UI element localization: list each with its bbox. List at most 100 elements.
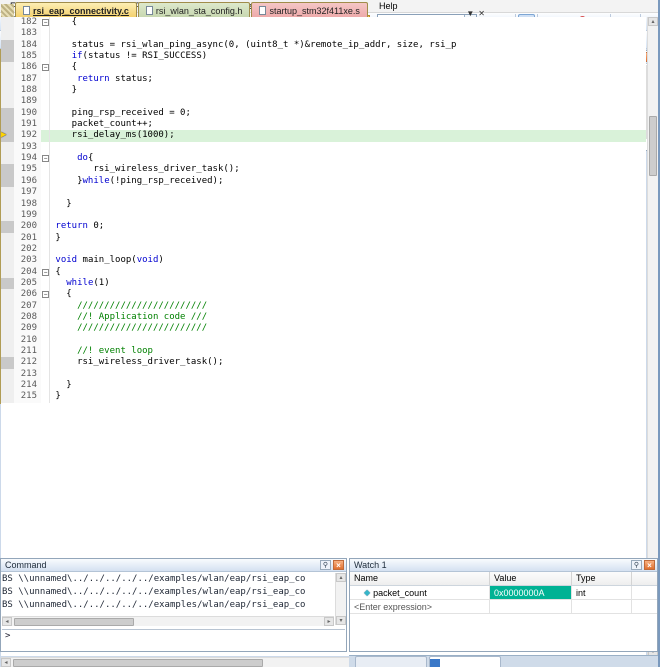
code-line-184[interactable]: 184 status = rsi_wlan_ping_async(0, (uin… [1,40,646,51]
app-window: FileEditViewProjectFlashDebugPeripherals… [0,0,660,667]
watch-type [572,600,632,613]
tab-label: startup_stm32f411xe.s [269,6,359,16]
code-line-213[interactable]: 213 [1,369,646,380]
code-line-189[interactable]: 189 [1,96,646,107]
line-number: 214 [14,380,41,391]
code-line-209[interactable]: 209 //////////////////////// [1,323,646,334]
code-text [50,28,646,39]
code-line-210[interactable]: 210 [1,335,646,346]
watch-name: ◆packet_count [350,586,490,599]
code-line-215[interactable]: 215 } [1,391,646,402]
pin-icon[interactable]: ⚲ [320,560,331,570]
code-margin [1,85,14,96]
command-output[interactable]: BS \\unnamed\../../../../../examples/wla… [2,573,334,615]
code-line-193[interactable]: 193 [1,142,646,153]
code-line-206[interactable]: 206− { [1,289,646,300]
code-line-183[interactable]: 183 [1,28,646,39]
code-margin [1,62,14,73]
code-line-192[interactable]: ▶192 rsi_delay_ms(1000); [1,130,646,141]
watch-row[interactable]: ◆packet_count0x0000000Aint [350,586,657,600]
code-margin [1,323,14,334]
code-line-208[interactable]: 208 //! Application code /// [1,312,646,323]
fold-collapse-icon[interactable]: − [42,291,49,298]
fold-column [41,40,50,51]
code-line-204[interactable]: 204− { [1,267,646,278]
code-line-195[interactable]: 195 rsi_wireless_driver_task(); [1,164,646,175]
code-line-191[interactable]: 191 packet_count++; [1,119,646,130]
line-number: 207 [14,301,41,312]
code-text [50,335,646,346]
close-icon[interactable]: × [333,560,344,570]
fold-collapse-icon[interactable]: − [42,269,49,276]
code-line-202[interactable]: 202 [1,244,646,255]
watch-name: <Enter expression> [350,600,490,613]
tab-hatch-decoration [1,4,14,18]
code-margin [1,96,14,107]
code-line-200[interactable]: 200 return 0; [1,221,646,232]
code-text: { [50,17,646,28]
fold-column [41,51,50,62]
code-line-212[interactable]: 212 rsi_wireless_driver_task(); [1,357,646,368]
code-line-194[interactable]: 194− do{ [1,153,646,164]
scroll-left-icon[interactable]: ◂ [1,658,11,667]
code-line-214[interactable]: 214 } [1,380,646,391]
code-line-182[interactable]: 182− { [1,17,646,28]
code-line-196[interactable]: 196 }while(!ping_rsp_received); [1,176,646,187]
watch-header: Name Value Type [350,572,657,586]
code-text [50,244,646,255]
command-input[interactable]: > [2,629,345,650]
line-number: 212 [14,357,41,368]
code-line-205[interactable]: 205 while(1) [1,278,646,289]
scroll-up-icon[interactable]: ▴ [336,573,346,582]
code-line-186[interactable]: 186− { [1,62,646,73]
command-vscrollbar[interactable]: ▴ ▾ [335,573,346,625]
fold-collapse-icon[interactable]: − [42,19,49,26]
code-text: { [50,289,646,300]
watch-title-bar: Watch 1 ⚲ × [350,559,657,572]
scroll-down-icon[interactable]: ▾ [336,616,346,625]
dock-tab-partial[interactable] [355,656,427,667]
code-margin [1,244,14,255]
code-line-187[interactable]: 187 return status; [1,74,646,85]
code-line-201[interactable]: 201 } [1,233,646,244]
code-line-190[interactable]: 190 ping_rsp_received = 0; [1,108,646,119]
code-text: //////////////////////// [50,301,646,312]
close-icon[interactable]: × [644,560,655,570]
code-line-207[interactable]: 207 //////////////////////// [1,301,646,312]
tab-rsi_eap_connectivity-c[interactable]: rsi_eap_connectivity.c [15,2,137,18]
code-line-211[interactable]: 211 //! event loop [1,346,646,357]
code-line-188[interactable]: 188 } [1,85,646,96]
code-text [50,96,646,107]
value-column-header: Value [490,572,572,585]
fold-column [41,278,50,289]
line-number: 183 [14,28,41,39]
scroll-right-icon[interactable]: ▸ [324,617,334,626]
code-line-203[interactable]: 203 void main_loop(void) [1,255,646,266]
pin-icon[interactable]: ⚲ [631,560,642,570]
scroll-up-icon[interactable]: ▴ [648,17,658,26]
fold-collapse-icon[interactable]: − [42,64,49,71]
code-text [50,187,646,198]
command-hscrollbar[interactable]: ◂ ▸ [2,616,334,626]
code-line-197[interactable]: 197 [1,187,646,198]
code-line-185[interactable]: 185 if(status != RSI_SUCCESS) [1,51,646,62]
tab-rsi_wlan_sta_config-h[interactable]: rsi_wlan_sta_config.h [138,2,251,18]
fold-column: − [41,153,50,164]
tab-startup_stm32f411xe-s[interactable]: startup_stm32f411xe.s [251,2,367,18]
watch-type: int [572,586,632,599]
watch-value: 0x0000000A [490,586,572,599]
fold-column: − [41,289,50,300]
watch-row[interactable]: <Enter expression> [350,600,657,614]
code-text: return 0; [50,221,646,232]
code-margin [1,153,14,164]
code-line-198[interactable]: 198 } [1,199,646,210]
line-number: 215 [14,391,41,402]
dock-tab-partial[interactable] [429,656,501,667]
code-text [50,142,646,153]
fold-collapse-icon[interactable]: − [42,155,49,162]
code-line-199[interactable]: 199 [1,210,646,221]
line-number: 203 [14,255,41,266]
fold-column [41,233,50,244]
line-number: 188 [14,85,41,96]
scroll-left-icon[interactable]: ◂ [2,617,12,626]
